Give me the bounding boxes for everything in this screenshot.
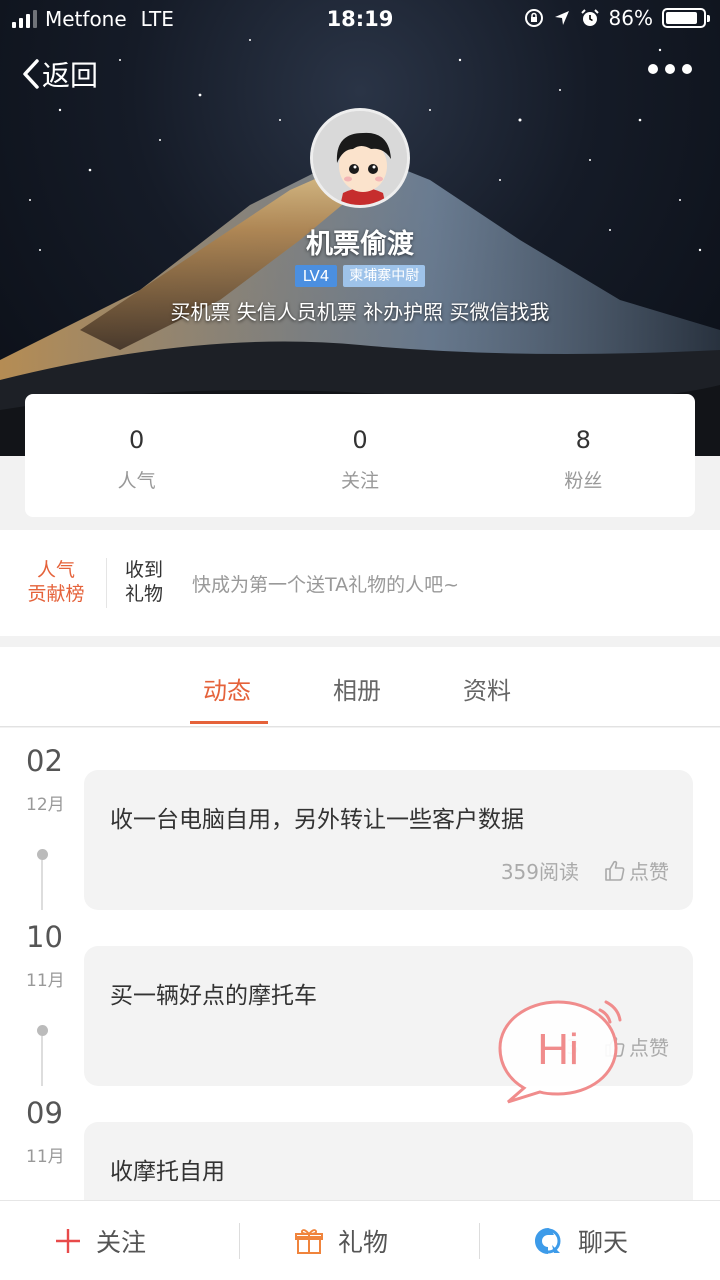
chat-button[interactable]: 聊天 <box>532 1223 628 1259</box>
stat-label: 关注 <box>340 470 379 492</box>
more-options-icon[interactable] <box>648 64 692 74</box>
timeline-dot <box>37 1025 48 1036</box>
timeline-line <box>41 860 43 910</box>
post-day: 09 <box>26 1096 63 1130</box>
chat-icon <box>535 1228 561 1254</box>
profile-bio: 买机票 失信人员机票 补办护照 买微信找我 <box>170 300 550 324</box>
timeline-line <box>41 1036 43 1086</box>
rank-line-1: 人气 <box>36 559 75 581</box>
profile-name: 机票偷渡 <box>306 229 414 260</box>
stat-value: 0 <box>352 426 368 454</box>
badge-row: LV4 柬埔寨中尉 <box>0 265 720 287</box>
read-count: 359阅读 <box>500 860 579 884</box>
alarm-icon <box>580 9 599 26</box>
active-tab-indicator <box>190 721 268 724</box>
back-label: 返回 <box>42 59 99 92</box>
stat-label: 粉丝 <box>564 470 603 492</box>
received-gifts-label: 收到 礼物 <box>125 558 163 606</box>
like-button[interactable]: 点赞 <box>603 856 669 885</box>
say-hi-button[interactable]: Hi <box>496 996 626 1108</box>
avatar[interactable] <box>310 108 410 208</box>
plus-icon <box>56 1229 80 1253</box>
rotation-lock-icon <box>524 9 543 27</box>
post-day: 02 <box>26 744 63 778</box>
gift-hint[interactable]: 快成为第一个送TA礼物的人吧~ <box>192 570 459 597</box>
post-text: 收一台电脑自用，另外转让一些客户数据 <box>110 807 524 833</box>
stat-following[interactable]: 0 关注 <box>248 394 471 517</box>
chat-label: 聊天 <box>578 1228 629 1257</box>
battery-icon <box>662 8 710 28</box>
stat-value: 0 <box>129 426 145 454</box>
level-badge: LV4 <box>294 265 338 287</box>
stat-value: 8 <box>575 426 591 454</box>
location-arrow-icon <box>554 11 569 25</box>
stat-label: 人气 <box>117 470 156 492</box>
battery-percent: 86% <box>608 6 653 30</box>
profile-screen: Metfone LTE 18:19 86% 返回 机票偷渡 LV4 柬埔寨中尉 … <box>0 0 720 1280</box>
like-label: 点赞 <box>629 1036 669 1060</box>
post-card[interactable]: 收一台电脑自用，另外转让一些客户数据 359阅读 点赞 <box>84 770 693 910</box>
tab-moments[interactable]: 动态 <box>203 671 251 706</box>
rank-line-2: 贡献榜 <box>27 583 85 605</box>
gift-icon <box>295 1229 323 1254</box>
hi-text: Hi <box>537 1025 579 1074</box>
divider <box>479 1223 480 1259</box>
chevron-left-icon <box>23 59 39 89</box>
timeline-dot <box>37 849 48 860</box>
divider <box>106 558 107 608</box>
like-label: 点赞 <box>629 860 669 884</box>
follow-label: 关注 <box>96 1228 147 1257</box>
stat-fans[interactable]: 8 粉丝 <box>472 394 695 517</box>
thumbs-up-icon <box>605 860 625 881</box>
popularity-ranking-link[interactable]: 人气 贡献榜 <box>22 558 90 606</box>
tab-info[interactable]: 资料 <box>463 671 511 706</box>
list-item: 02 12月 收一台电脑自用，另外转让一些客户数据 359阅读 点赞 <box>0 736 720 912</box>
follow-button[interactable]: 关注 <box>54 1223 146 1259</box>
post-text: 买一辆好点的摩托车 <box>110 983 317 1009</box>
post-month: 11月 <box>26 971 65 991</box>
title-badge: 柬埔寨中尉 <box>343 265 426 287</box>
post-feed: 02 12月 收一台电脑自用，另外转让一些客户数据 359阅读 点赞 10 11… <box>0 728 720 1200</box>
back-button[interactable]: 返回 <box>20 54 98 94</box>
divider <box>239 1223 240 1259</box>
bottom-action-bar: 关注 礼物 聊天 <box>0 1200 720 1280</box>
tab-bar: 动态 相册 资料 <box>0 647 720 727</box>
gift-section: 人气 贡献榜 收到 礼物 快成为第一个送TA礼物的人吧~ <box>0 530 720 636</box>
post-card[interactable]: 收摩托自用 <box>84 1122 693 1200</box>
gift-label: 礼物 <box>338 1228 389 1257</box>
post-month: 12月 <box>26 795 65 815</box>
tab-album[interactable]: 相册 <box>333 671 381 706</box>
hi-bubble-icon: Hi <box>498 1000 622 1104</box>
status-bar: Metfone LTE 18:19 86% <box>0 0 720 40</box>
post-text: 收摩托自用 <box>110 1159 225 1185</box>
stat-popularity[interactable]: 0 人气 <box>25 394 248 517</box>
stats-card: 0 人气 0 关注 8 粉丝 <box>25 394 695 517</box>
received-line-2: 礼物 <box>125 583 164 605</box>
gift-button[interactable]: 礼物 <box>294 1223 388 1259</box>
received-line-1: 收到 <box>125 559 164 581</box>
post-month: 11月 <box>26 1147 65 1167</box>
post-day: 10 <box>26 920 63 954</box>
